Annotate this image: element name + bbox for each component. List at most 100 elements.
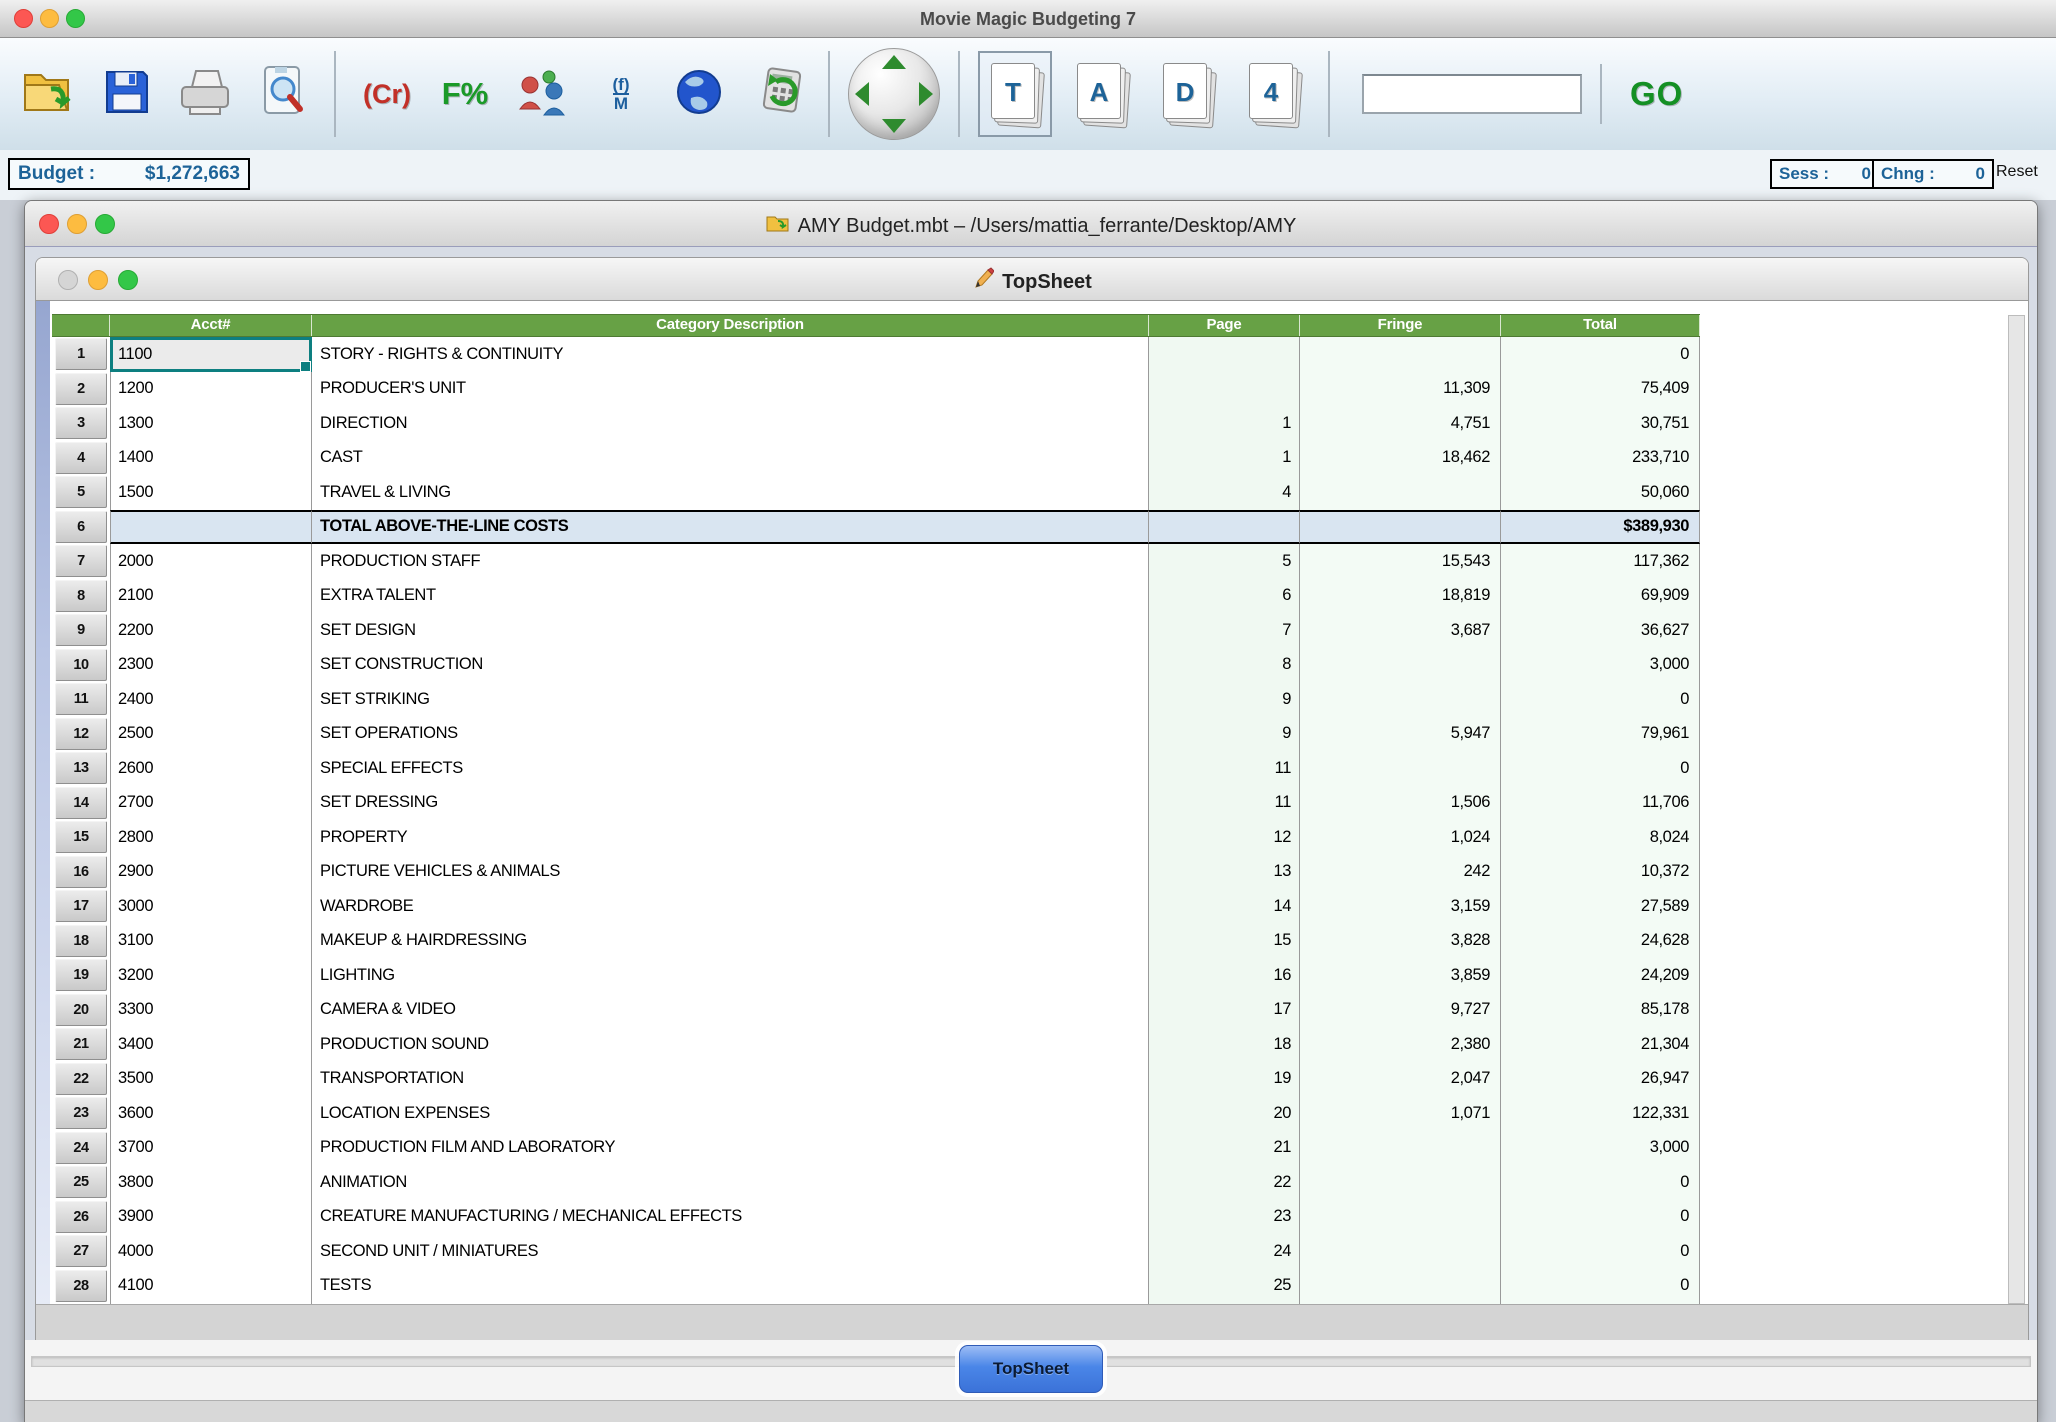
cell-total[interactable]: 0	[1501, 337, 1700, 372]
cell-total[interactable]: 75,409	[1501, 372, 1700, 407]
topsheet-tab-button[interactable]: TopSheet	[959, 1345, 1103, 1393]
cell-description[interactable]: CREATURE MANUFACTURING / MECHANICAL EFFE…	[312, 1200, 1149, 1235]
cell-page[interactable]: 13	[1149, 855, 1300, 890]
cell-fringe[interactable]: 1,071	[1300, 1096, 1501, 1131]
cell-acct[interactable]: 1100	[110, 337, 312, 372]
cell-fringe[interactable]	[1300, 1269, 1501, 1304]
cell-total[interactable]: 122,331	[1501, 1096, 1700, 1131]
row-number-button[interactable]: 7	[52, 544, 110, 579]
row-number-button[interactable]: 23	[52, 1096, 110, 1131]
sheet-button-detail[interactable]: D	[1150, 51, 1224, 137]
cell-acct[interactable]: 3100	[110, 924, 312, 959]
save-button[interactable]	[94, 55, 160, 133]
cell-total[interactable]: 3,000	[1501, 1131, 1700, 1166]
cell-total[interactable]: 50,060	[1501, 475, 1700, 510]
row-number-button[interactable]: 20	[52, 993, 110, 1028]
globals-button[interactable]	[510, 55, 576, 133]
cell-acct[interactable]: 2800	[110, 820, 312, 855]
cell-acct[interactable]: 1300	[110, 406, 312, 441]
cell-page[interactable]	[1149, 372, 1300, 407]
row-number-button[interactable]: 10	[52, 648, 110, 683]
cell-acct[interactable]	[110, 510, 312, 545]
open-file-button[interactable]	[16, 55, 82, 133]
row-number-button[interactable]: 11	[52, 682, 110, 717]
cell-page[interactable]: 18	[1149, 1027, 1300, 1062]
cell-total[interactable]: 3,000	[1501, 648, 1700, 683]
row-number-button[interactable]: 8	[52, 579, 110, 614]
cell-fringe[interactable]: 2,380	[1300, 1027, 1501, 1062]
cell-page[interactable]: 20	[1149, 1096, 1300, 1131]
cell-page[interactable]: 24	[1149, 1234, 1300, 1269]
navigation-sphere[interactable]	[848, 48, 940, 140]
sheet-button-topsheet[interactable]: T	[978, 51, 1052, 137]
cell-fringe[interactable]: 5,947	[1300, 717, 1501, 752]
header-acct[interactable]: Acct#	[110, 315, 312, 336]
cell-page[interactable]	[1149, 510, 1300, 545]
cell-acct[interactable]: 3800	[110, 1165, 312, 1200]
cell-fringe[interactable]: 1,024	[1300, 820, 1501, 855]
cell-fringe[interactable]	[1300, 1234, 1501, 1269]
cell-total[interactable]: 79,961	[1501, 717, 1700, 752]
cell-total[interactable]: 10,372	[1501, 855, 1700, 890]
cell-fringe[interactable]: 2,047	[1300, 1062, 1501, 1097]
cell-acct[interactable]: 2300	[110, 648, 312, 683]
cell-acct[interactable]: 4100	[110, 1269, 312, 1304]
cell-description[interactable]: CAMERA & VIDEO	[312, 993, 1149, 1028]
cell-acct[interactable]: 3500	[110, 1062, 312, 1097]
cell-fringe[interactable]: 15,543	[1300, 544, 1501, 579]
cell-total[interactable]: 233,710	[1501, 441, 1700, 476]
nav-up-icon[interactable]	[882, 55, 906, 69]
cell-total[interactable]: 36,627	[1501, 613, 1700, 648]
row-number-button[interactable]: 18	[52, 924, 110, 959]
row-number-button[interactable]: 27	[52, 1234, 110, 1269]
cell-fringe[interactable]	[1300, 337, 1501, 372]
cell-fringe[interactable]: 18,462	[1300, 441, 1501, 476]
cell-description[interactable]: TOTAL ABOVE-THE-LINE COSTS	[312, 510, 1149, 545]
cell-description[interactable]: SET STRIKING	[312, 682, 1149, 717]
row-number-button[interactable]: 9	[52, 613, 110, 648]
cell-description[interactable]: DIRECTION	[312, 406, 1149, 441]
header-page[interactable]: Page	[1149, 315, 1300, 336]
cell-description[interactable]: TRAVEL & LIVING	[312, 475, 1149, 510]
cell-fringe[interactable]	[1300, 475, 1501, 510]
search-input[interactable]	[1362, 74, 1582, 114]
cell-page[interactable]: 4	[1149, 475, 1300, 510]
cell-total[interactable]: 11,706	[1501, 786, 1700, 821]
cell-acct[interactable]: 3600	[110, 1096, 312, 1131]
row-number-button[interactable]: 28	[52, 1269, 110, 1304]
cell-fringe[interactable]: 3,159	[1300, 889, 1501, 924]
cell-page[interactable]: 23	[1149, 1200, 1300, 1235]
cell-page[interactable]	[1149, 337, 1300, 372]
cell-acct[interactable]: 2200	[110, 613, 312, 648]
cell-page[interactable]: 1	[1149, 441, 1300, 476]
cell-total[interactable]: 69,909	[1501, 579, 1700, 614]
cell-total[interactable]: 24,628	[1501, 924, 1700, 959]
row-number-button[interactable]: 2	[52, 372, 110, 407]
row-number-button[interactable]: 22	[52, 1062, 110, 1097]
cell-acct[interactable]: 3200	[110, 958, 312, 993]
cell-page[interactable]: 11	[1149, 786, 1300, 821]
cell-total[interactable]: 8,024	[1501, 820, 1700, 855]
cell-page[interactable]: 9	[1149, 717, 1300, 752]
cell-total[interactable]: 0	[1501, 1165, 1700, 1200]
row-number-button[interactable]: 3	[52, 406, 110, 441]
fringes-button[interactable]: (f) M	[588, 55, 654, 133]
cell-acct[interactable]: 3900	[110, 1200, 312, 1235]
cell-fringe[interactable]: 11,309	[1300, 372, 1501, 407]
web-button[interactable]	[666, 55, 732, 133]
horizontal-scrollbar[interactable]	[36, 1304, 2028, 1342]
print-button[interactable]	[172, 55, 238, 133]
cell-fringe[interactable]	[1300, 1165, 1501, 1200]
cell-acct[interactable]: 3400	[110, 1027, 312, 1062]
cell-total[interactable]: 26,947	[1501, 1062, 1700, 1097]
cell-page[interactable]: 12	[1149, 820, 1300, 855]
cell-description[interactable]: PRODUCTION FILM AND LABORATORY	[312, 1131, 1149, 1166]
cell-page[interactable]: 7	[1149, 613, 1300, 648]
row-number-button[interactable]: 1	[52, 337, 110, 372]
cell-page[interactable]: 25	[1149, 1269, 1300, 1304]
nav-right-icon[interactable]	[919, 82, 933, 106]
sheet-button-fourth[interactable]: 4	[1236, 51, 1310, 137]
row-number-button[interactable]: 16	[52, 855, 110, 890]
cell-acct[interactable]: 1500	[110, 475, 312, 510]
cell-description[interactable]: PROPERTY	[312, 820, 1149, 855]
